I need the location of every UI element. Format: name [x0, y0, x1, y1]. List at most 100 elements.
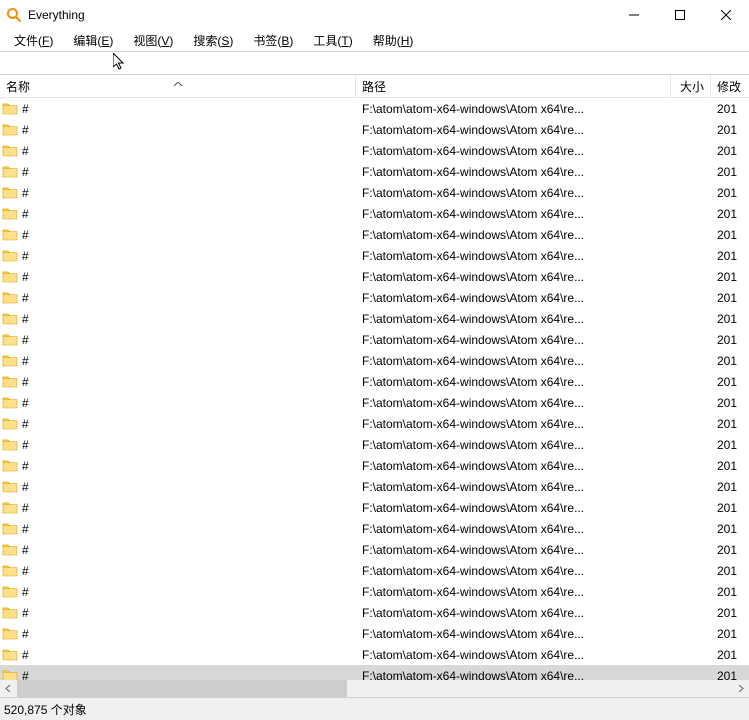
list-item[interactable]: # F:\atom\atom-x64-windows\Atom x64\re...… — [0, 245, 749, 266]
window-controls — [611, 0, 749, 30]
file-name: # — [22, 669, 29, 680]
list-item[interactable]: # F:\atom\atom-x64-windows\Atom x64\re...… — [0, 308, 749, 329]
list-item[interactable]: #F:\atom\atom-x64-windows\Atom x64\re...… — [0, 644, 749, 665]
folder-icon — [2, 269, 18, 285]
scroll-thumb[interactable] — [17, 680, 347, 697]
scroll-left-button[interactable] — [0, 680, 17, 697]
cell-modified: 201 — [711, 606, 741, 620]
list-item[interactable]: #F:\atom\atom-x64-windows\Atom x64\re...… — [0, 518, 749, 539]
file-name: # — [22, 438, 29, 452]
list-item[interactable]: #F:\atom\atom-x64-windows\Atom x64\re...… — [0, 413, 749, 434]
cell-path: F:\atom\atom-x64-windows\Atom x64\re... — [356, 396, 671, 410]
folder-icon — [2, 164, 18, 180]
file-name: # — [22, 627, 29, 641]
cell-modified: 201 — [711, 165, 741, 179]
cell-name: # — [0, 395, 356, 411]
file-name: # — [22, 249, 29, 263]
column-header-path[interactable]: 路径 — [356, 75, 671, 97]
cell-path: F:\atom\atom-x64-windows\Atom x64\re... — [356, 291, 671, 305]
list-item[interactable]: #F:\atom\atom-x64-windows\Atom x64\re...… — [0, 665, 749, 680]
file-name: # — [22, 312, 29, 326]
menu-bookmark[interactable]: 书签(B) — [243, 30, 303, 51]
scroll-right-button[interactable] — [732, 680, 749, 697]
menu-file[interactable]: 文件(F) — [4, 30, 63, 51]
cell-name: # — [0, 584, 356, 600]
cell-name: # — [0, 101, 356, 117]
list-item[interactable]: #F:\atom\atom-x64-windows\Atom x64\re...… — [0, 119, 749, 140]
scroll-track[interactable] — [17, 680, 732, 697]
list-item[interactable]: #F:\atom\atom-x64-windows\Atom x64\re...… — [0, 392, 749, 413]
minimize-button[interactable] — [611, 0, 657, 30]
cell-name: # — [0, 185, 356, 201]
cell-path: F:\atom\atom-x64-windows\Atom x64\re... — [356, 312, 671, 326]
file-name: # — [22, 186, 29, 200]
titlebar[interactable]: Everything — [0, 0, 749, 30]
list-item[interactable]: # F:\atom\atom-x64-windows\Atom x64\re...… — [0, 287, 749, 308]
list-item[interactable]: #F:\atom\atom-x64-windows\Atom x64\re...… — [0, 350, 749, 371]
folder-icon — [2, 563, 18, 579]
list-item[interactable]: #F:\atom\atom-x64-windows\Atom x64\re...… — [0, 476, 749, 497]
folder-icon — [2, 122, 18, 138]
menu-help[interactable]: 帮助(H) — [363, 30, 424, 51]
list-item[interactable]: #F:\atom\atom-x64-windows\Atom x64\re...… — [0, 560, 749, 581]
list-item[interactable]: # F:\atom\atom-x64-windows\Atom x64\re...… — [0, 434, 749, 455]
cell-path: F:\atom\atom-x64-windows\Atom x64\re... — [356, 228, 671, 242]
menu-view[interactable]: 视图(V) — [123, 30, 183, 51]
cell-path: F:\atom\atom-x64-windows\Atom x64\re... — [356, 438, 671, 452]
column-header-modified[interactable]: 修改 — [711, 75, 741, 97]
file-name: # — [22, 228, 29, 242]
cell-modified: 201 — [711, 312, 741, 326]
list-item[interactable]: #F:\atom\atom-x64-windows\Atom x64\re...… — [0, 98, 749, 119]
app-icon — [6, 7, 22, 23]
folder-icon — [2, 143, 18, 159]
list-item[interactable]: #F:\atom\atom-x64-windows\Atom x64\re...… — [0, 581, 749, 602]
list-item[interactable]: #F:\atom\atom-x64-windows\Atom x64\re...… — [0, 602, 749, 623]
folder-icon — [2, 584, 18, 600]
column-headers: 名称 路径 大小 修改 — [0, 75, 749, 98]
search-input[interactable] — [0, 52, 749, 74]
menu-tools[interactable]: 工具(T) — [303, 30, 362, 51]
column-header-size[interactable]: 大小 — [671, 75, 711, 97]
cell-name: # — [0, 353, 356, 369]
cell-name: # — [0, 563, 356, 579]
folder-icon — [2, 311, 18, 327]
list-item[interactable]: #F:\atom\atom-x64-windows\Atom x64\re...… — [0, 161, 749, 182]
app-title: Everything — [28, 8, 85, 22]
list-item[interactable]: # F:\atom\atom-x64-windows\Atom x64\re...… — [0, 623, 749, 644]
list-item[interactable]: #F:\atom\atom-x64-windows\Atom x64\re...… — [0, 266, 749, 287]
cell-path: F:\atom\atom-x64-windows\Atom x64\re... — [356, 648, 671, 662]
cell-name: # — [0, 311, 356, 327]
folder-icon — [2, 353, 18, 369]
cell-name: # — [0, 143, 356, 159]
list-item[interactable]: #F:\atom\atom-x64-windows\Atom x64\re...… — [0, 455, 749, 476]
list-item[interactable]: #F:\atom\atom-x64-windows\Atom x64\re...… — [0, 203, 749, 224]
cell-path: F:\atom\atom-x64-windows\Atom x64\re... — [356, 522, 671, 536]
cell-path: F:\atom\atom-x64-windows\Atom x64\re... — [356, 459, 671, 473]
cell-path: F:\atom\atom-x64-windows\Atom x64\re... — [356, 627, 671, 641]
list-item[interactable]: #F:\atom\atom-x64-windows\Atom x64\re...… — [0, 371, 749, 392]
column-header-name[interactable]: 名称 — [0, 75, 356, 97]
column-header-modified-label: 修改 — [717, 78, 741, 95]
list-item[interactable]: #F:\atom\atom-x64-windows\Atom x64\re...… — [0, 539, 749, 560]
list-item[interactable]: #F:\atom\atom-x64-windows\Atom x64\re...… — [0, 497, 749, 518]
folder-icon — [2, 227, 18, 243]
cell-path: F:\atom\atom-x64-windows\Atom x64\re... — [356, 165, 671, 179]
list-item[interactable]: #F:\atom\atom-x64-windows\Atom x64\re...… — [0, 329, 749, 350]
menu-search[interactable]: 搜索(S) — [183, 30, 243, 51]
cell-path: F:\atom\atom-x64-windows\Atom x64\re... — [356, 333, 671, 347]
cell-name: # — [0, 605, 356, 621]
close-button[interactable] — [703, 0, 749, 30]
cell-name: # — [0, 206, 356, 222]
horizontal-scrollbar[interactable] — [0, 680, 749, 697]
cell-path: F:\atom\atom-x64-windows\Atom x64\re... — [356, 249, 671, 263]
list-item[interactable]: # F:\atom\atom-x64-windows\Atom x64\re...… — [0, 224, 749, 245]
file-name: # — [22, 564, 29, 578]
cell-path: F:\atom\atom-x64-windows\Atom x64\re... — [356, 543, 671, 557]
file-name: # — [22, 291, 29, 305]
list-item[interactable]: #F:\atom\atom-x64-windows\Atom x64\re...… — [0, 140, 749, 161]
menu-edit[interactable]: 编辑(E) — [63, 30, 123, 51]
maximize-button[interactable] — [657, 0, 703, 30]
list-item[interactable]: #F:\atom\atom-x64-windows\Atom x64\re...… — [0, 182, 749, 203]
statusbar: 520,875 个对象 — [0, 697, 749, 720]
results-list[interactable]: #F:\atom\atom-x64-windows\Atom x64\re...… — [0, 98, 749, 680]
